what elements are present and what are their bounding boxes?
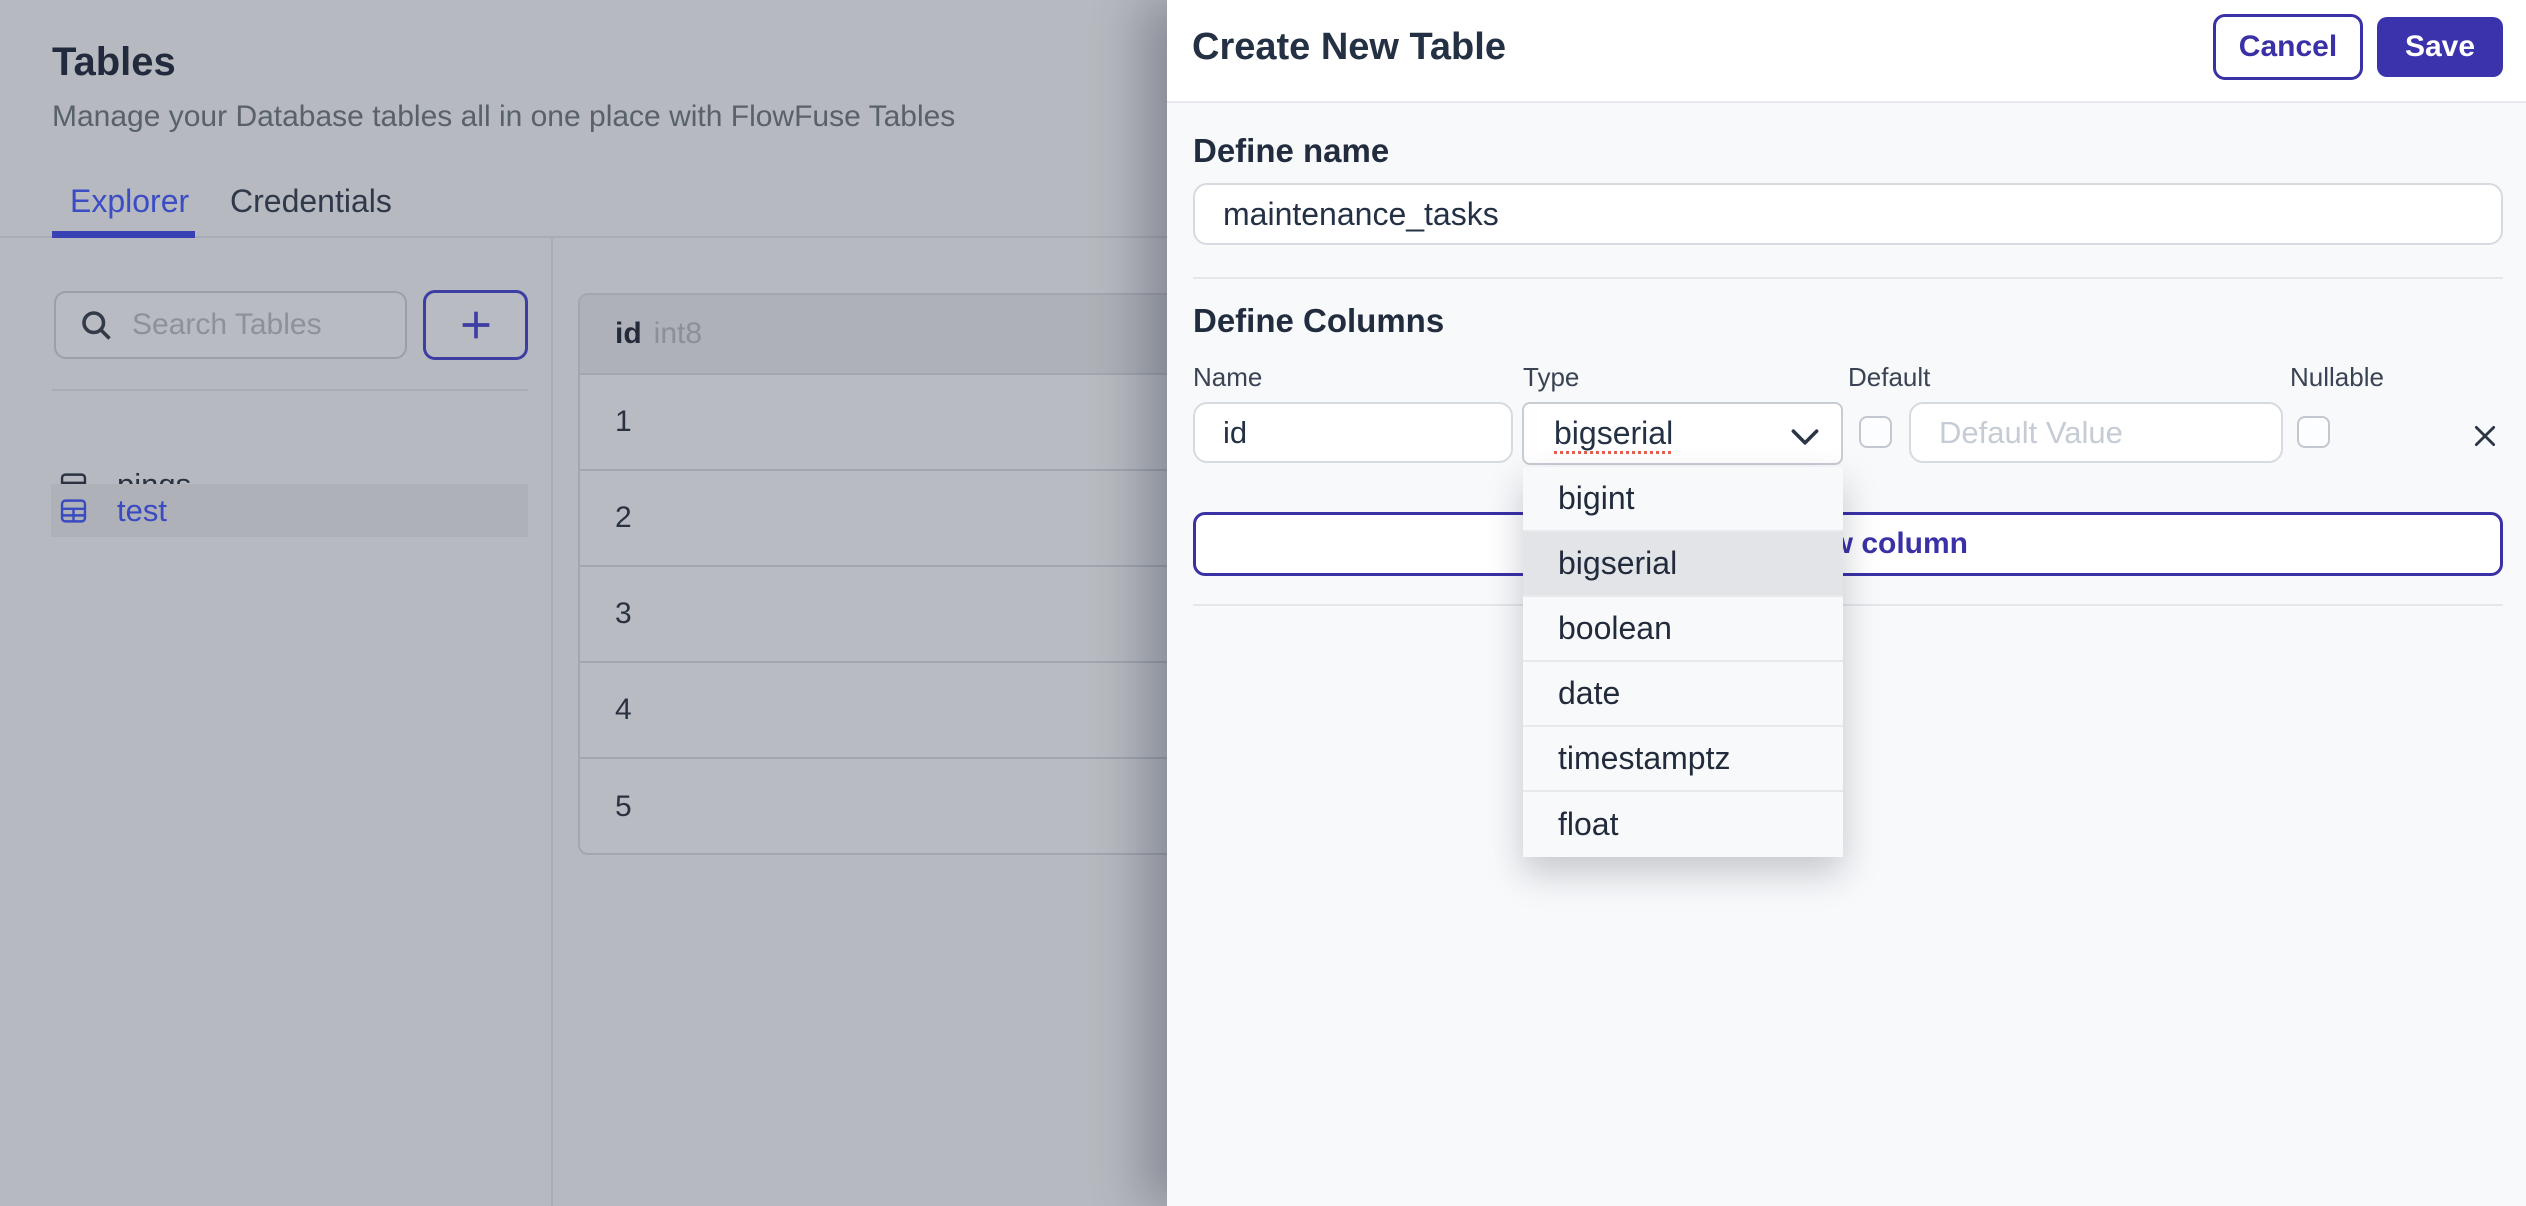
table-row[interactable]: 5 [580,759,1238,853]
default-checkbox[interactable] [1859,416,1892,448]
define-columns-label: Define Columns [1193,302,1445,339]
column-name-input[interactable]: id [1193,402,1513,463]
table-explorer-grid: id int8 1 2 3 4 5 [578,293,1240,855]
table-row[interactable]: 2 [580,471,1238,567]
plus-icon [462,311,489,339]
page-title: Tables [52,40,176,84]
field-label-nullable: Nullable [2290,362,2384,392]
list-divider [52,389,528,391]
type-option-float[interactable]: float [1523,792,1843,857]
column-type: int8 [653,317,703,350]
tab-explorer[interactable]: Explorer [70,183,189,220]
active-tab-underline [52,231,195,238]
table-icon [60,498,87,523]
cell-value: 2 [615,501,632,534]
page-subtitle: Manage your Database tables all in one p… [52,100,956,133]
column-type-value: bigserial [1554,415,1674,451]
nullable-checkbox[interactable] [2297,416,2330,448]
remove-column-button[interactable] [2467,418,2503,454]
app-root: Tables Manage your Database tables all i… [0,0,2526,1206]
define-name-label: Define name [1193,132,1390,169]
magnifier-icon [82,311,111,340]
search-placeholder: Search Tables [132,308,322,341]
field-label-type: Type [1523,362,1580,392]
section-divider [1193,604,2503,606]
column-type-select[interactable]: bigserial [1522,402,1843,465]
table-row[interactable]: 3 [580,567,1238,663]
type-option-date[interactable]: date [1523,662,1843,727]
default-value-placeholder: Default Value [1939,414,2123,450]
field-label-default: Default [1848,362,1931,392]
section-divider [1193,277,2503,279]
cell-value: 1 [615,405,632,438]
cancel-button[interactable]: Cancel [2213,14,2363,80]
column-name-value: id [1223,414,1248,450]
column-header[interactable]: id int8 [580,295,1238,375]
drawer-title: Create New Table [1192,26,1506,68]
search-input[interactable]: Search Tables [54,291,407,359]
type-option-boolean[interactable]: boolean [1523,597,1843,662]
chevron-down-icon [1791,429,1819,445]
tab-credentials[interactable]: Credentials [230,183,392,220]
save-button[interactable]: Save [2377,17,2503,77]
type-option-bigint[interactable]: bigint [1523,467,1843,532]
sidebar-item-label: test [117,492,167,528]
table-row[interactable]: 1 [580,375,1238,471]
type-option-bigserial[interactable]: bigserial [1523,532,1843,597]
sidebar-item-test[interactable]: test [51,484,528,537]
sidebar-divider [551,238,553,1206]
table-name-input[interactable]: maintenance_tasks [1193,183,2503,245]
create-table-drawer: Create New Table Cancel Save Define name… [1167,0,2526,1206]
cell-value: 3 [615,597,632,630]
add-new-column-button[interactable]: Add new column [1193,512,2503,576]
default-value-input[interactable]: Default Value [1909,402,2283,463]
table-row[interactable]: 4 [580,663,1238,759]
type-option-timestamptz[interactable]: timestamptz [1523,727,1843,792]
column-name: id [615,317,642,350]
cell-value: 4 [615,693,632,726]
type-dropdown-menu: bigint bigserial boolean date timestampt… [1523,467,1843,857]
cell-value: 5 [615,790,632,823]
close-icon [2474,425,2496,447]
add-table-button[interactable] [423,290,528,360]
table-name-value: maintenance_tasks [1223,195,1499,232]
field-label-name: Name [1193,362,1263,392]
